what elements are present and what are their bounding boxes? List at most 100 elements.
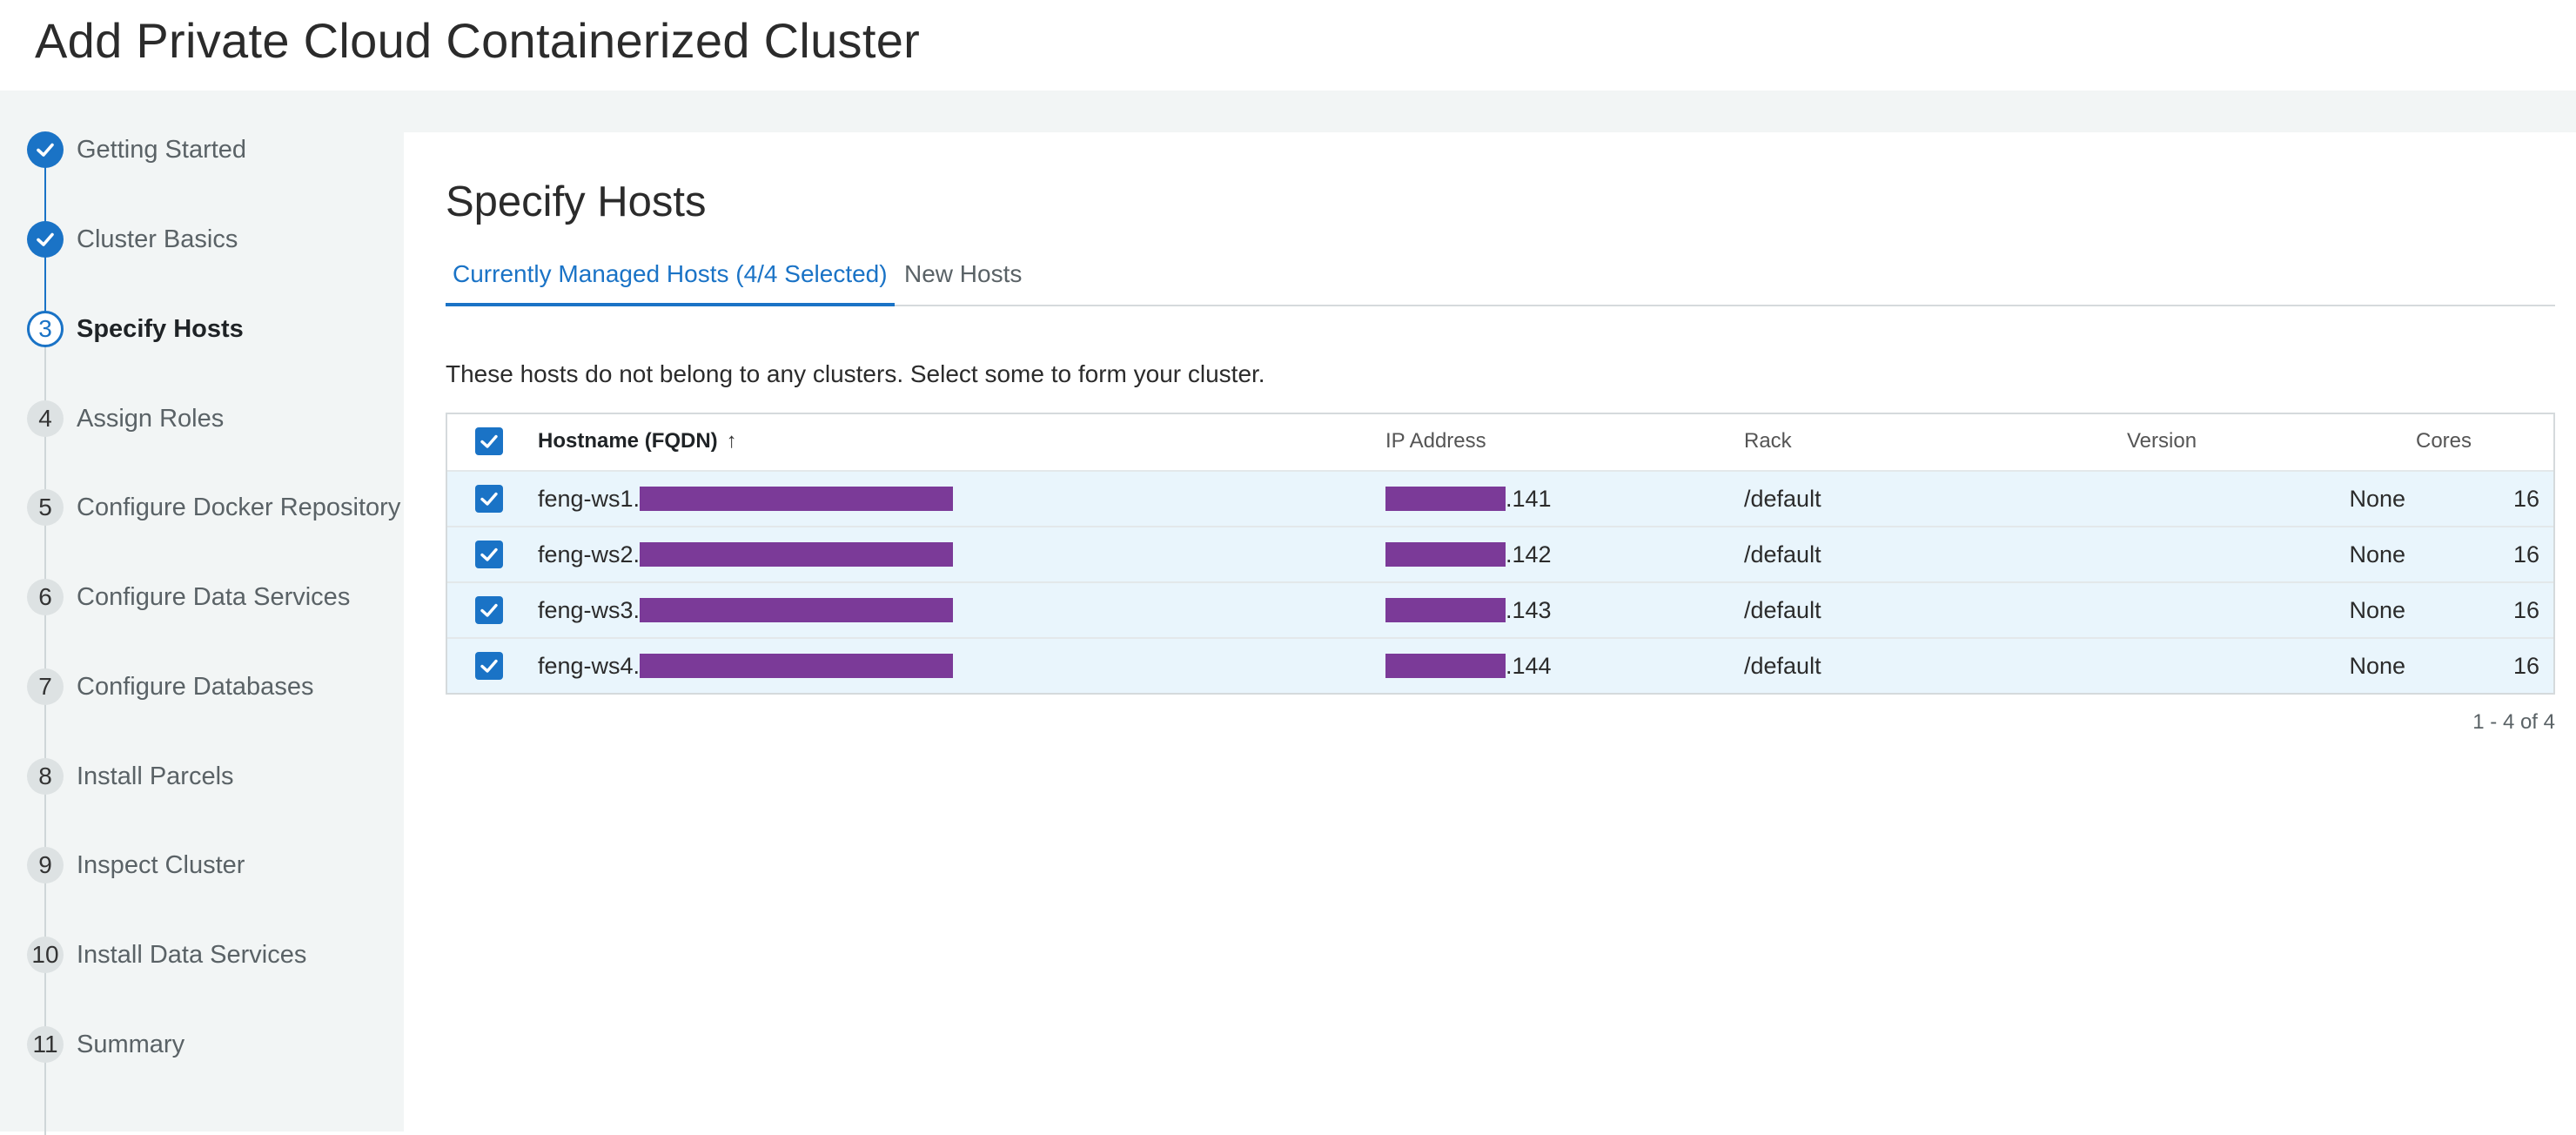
step-number: 11	[27, 1026, 64, 1063]
column-header-ip-address[interactable]: IP Address	[1385, 414, 1486, 468]
ip-text: .142	[1506, 541, 1552, 568]
table-header-row: Hostname (FQDN) ↑ IP Address Rack Versio…	[447, 414, 2553, 470]
redaction-block	[1385, 542, 1506, 567]
step-specify-hosts[interactable]: 3 Specify Hosts	[0, 303, 404, 355]
hostname-cell: feng-ws2.	[538, 527, 954, 581]
row-checkbox[interactable]	[475, 596, 503, 624]
redaction-block	[640, 487, 954, 511]
redaction-block	[1385, 487, 1506, 511]
host-tabs: Currently Managed Hosts (4/4 Selected) N…	[446, 254, 2555, 306]
column-header-label: Hostname (FQDN)	[538, 429, 718, 453]
section-title: Specify Hosts	[446, 178, 707, 225]
wizard-sidebar: Getting Started Cluster Basics 3 Specify…	[0, 91, 404, 1135]
hostname-text: feng-ws2.	[538, 541, 641, 568]
step-label: Configure Databases	[77, 672, 314, 701]
tab-currently-managed-hosts[interactable]: Currently Managed Hosts (4/4 Selected)	[446, 254, 895, 306]
cores-cell: 16	[2512, 541, 2539, 568]
step-number: 3	[27, 311, 64, 347]
step-summary[interactable]: 11 Summary	[0, 1018, 404, 1071]
rack-cell: /default	[1744, 596, 1821, 623]
step-label: Configure Docker Repository	[77, 493, 401, 521]
tab-new-hosts[interactable]: New Hosts	[897, 254, 1029, 306]
redaction-block	[1385, 598, 1506, 622]
select-all-checkbox[interactable]	[475, 427, 503, 455]
row-checkbox[interactable]	[475, 485, 503, 513]
redaction-block	[640, 542, 954, 567]
ip-text: .144	[1506, 652, 1552, 679]
row-checkbox[interactable]	[475, 541, 503, 568]
hostname-text: feng-ws1.	[538, 485, 641, 512]
sort-ascending-icon: ↑	[726, 429, 737, 453]
column-header-hostname[interactable]: Hostname (FQDN) ↑	[538, 414, 737, 468]
check-icon	[480, 492, 498, 506]
step-label: Configure Data Services	[77, 582, 351, 611]
step-label: Getting Started	[77, 135, 247, 164]
ip-text: .143	[1506, 596, 1552, 623]
step-label: Inspect Cluster	[77, 850, 245, 879]
hostname-text: feng-ws4.	[538, 652, 641, 679]
ip-cell: .143	[1385, 583, 1552, 637]
ip-cell: .141	[1385, 472, 1552, 526]
rack-cell: /default	[1744, 541, 1821, 568]
step-install-parcels[interactable]: 8 Install Parcels	[0, 750, 404, 803]
table-row[interactable]: feng-ws2. .142 /default None 16	[447, 526, 2553, 581]
step-label: Install Parcels	[77, 762, 234, 790]
step-install-data-services[interactable]: 10 Install Data Services	[0, 929, 404, 981]
step-number: 9	[27, 847, 64, 883]
step-inspect-cluster[interactable]: 9 Inspect Cluster	[0, 839, 404, 891]
version-cell: None	[2349, 541, 2405, 568]
row-checkbox[interactable]	[475, 652, 503, 680]
step-number: 7	[27, 668, 64, 705]
ip-text: .141	[1506, 485, 1552, 512]
table-row[interactable]: feng-ws3. .143 /default None 16	[447, 581, 2553, 637]
check-icon	[480, 659, 498, 673]
check-icon	[480, 434, 498, 448]
version-cell: None	[2349, 485, 2405, 512]
redaction-block	[640, 598, 954, 622]
ip-cell: .142	[1385, 527, 1552, 581]
rack-cell: /default	[1744, 652, 1821, 679]
column-header-rack[interactable]: Rack	[1744, 414, 1792, 468]
hostname-cell: feng-ws3.	[538, 583, 954, 637]
step-number: 5	[27, 489, 64, 526]
step-label: Specify Hosts	[77, 314, 244, 343]
cores-cell: 16	[2512, 485, 2539, 512]
cores-cell: 16	[2512, 596, 2539, 623]
step-label: Summary	[77, 1030, 185, 1058]
page-header: Add Private Cloud Containerized Cluster	[0, 0, 2576, 91]
hostname-cell: feng-ws1.	[538, 472, 954, 526]
table-row[interactable]: feng-ws4. .144 /default None 16	[447, 637, 2553, 693]
column-header-cores[interactable]: Cores	[2416, 414, 2472, 468]
pagination-summary: 1 - 4 of 4	[2472, 710, 2555, 734]
step-configure-databases[interactable]: 7 Configure Databases	[0, 661, 404, 713]
table-row[interactable]: feng-ws1. .141 /default None 16	[447, 470, 2553, 526]
check-icon	[480, 603, 498, 617]
check-icon	[480, 547, 498, 561]
redaction-block	[640, 654, 954, 678]
step-configure-data-services[interactable]: 6 Configure Data Services	[0, 571, 404, 623]
ip-cell: .144	[1385, 639, 1552, 693]
version-cell: None	[2349, 652, 2405, 679]
step-label: Install Data Services	[77, 940, 307, 969]
check-icon	[27, 131, 64, 168]
intro-text: These hosts do not belong to any cluster…	[446, 360, 1265, 387]
version-cell: None	[2349, 596, 2405, 623]
step-configure-docker-repository[interactable]: 5 Configure Docker Repository	[0, 481, 404, 534]
rack-cell: /default	[1744, 485, 1821, 512]
step-number: 4	[27, 400, 64, 437]
hostname-text: feng-ws3.	[538, 596, 641, 623]
page-title: Add Private Cloud Containerized Cluster	[35, 13, 921, 68]
step-label: Cluster Basics	[77, 225, 238, 253]
cores-cell: 16	[2512, 652, 2539, 679]
hostname-cell: feng-ws4.	[538, 639, 954, 693]
step-cluster-basics[interactable]: Cluster Basics	[0, 213, 404, 265]
step-number: 8	[27, 758, 64, 795]
step-number: 10	[27, 937, 64, 973]
step-number: 6	[27, 579, 64, 615]
column-header-version[interactable]: Version	[2127, 414, 2197, 468]
step-getting-started[interactable]: Getting Started	[0, 124, 404, 176]
main-panel: Specify Hosts Currently Managed Hosts (4…	[404, 132, 2576, 1132]
step-assign-roles[interactable]: 4 Assign Roles	[0, 393, 404, 445]
hosts-table: Hostname (FQDN) ↑ IP Address Rack Versio…	[446, 413, 2555, 695]
check-icon	[27, 221, 64, 258]
